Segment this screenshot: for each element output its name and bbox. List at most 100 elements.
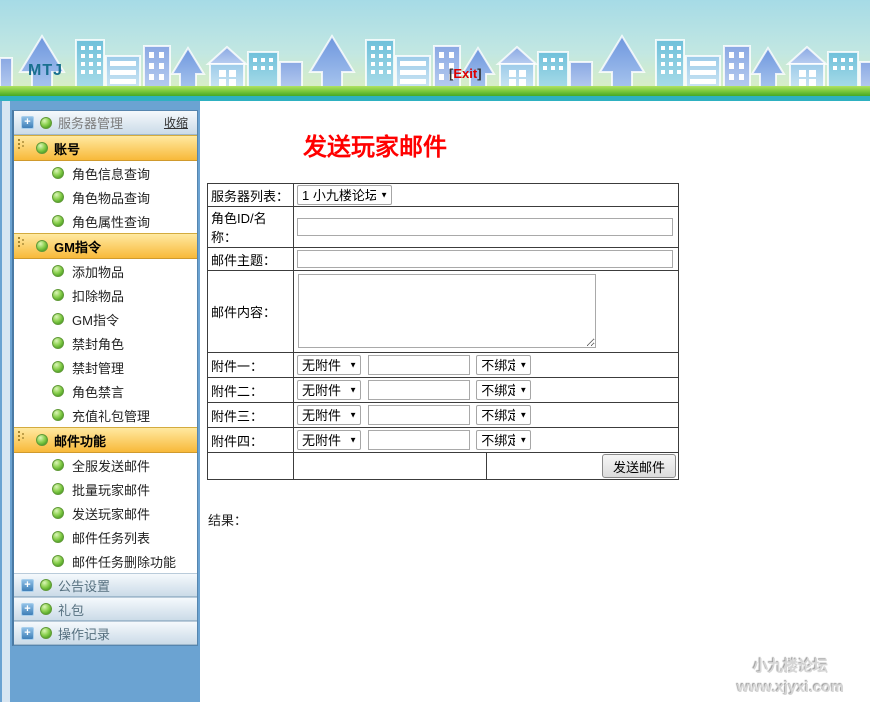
status-orb-icon (52, 507, 64, 519)
sidebar-item-recharge-gift-management[interactable]: 充值礼包管理 (14, 403, 197, 427)
sidebar-item-mail-task-delete[interactable]: 邮件任务删除功能 (14, 549, 197, 573)
sidebar-section-label: 服务器管理 (58, 113, 123, 132)
mail-subject-input[interactable] (297, 250, 673, 268)
exit-link[interactable]: Exit (453, 66, 477, 81)
expand-plus-icon[interactable]: + (21, 627, 34, 640)
page: MTJ [Exit] + 服务器管理 收缩 账号 (0, 0, 870, 702)
sidebar-item-label: 角色物品查询 (72, 188, 150, 207)
send-mail-button[interactable]: 发送邮件 (602, 454, 676, 478)
sidebar-section-label: 公告设置 (58, 576, 110, 595)
attachment-2-label: 附件二： (208, 378, 294, 403)
attachment-3-type-select[interactable]: 无附件 (297, 405, 361, 425)
sidebar-section-mail-function[interactable]: 邮件功能 (14, 427, 197, 453)
sidebar-item-label: 角色属性查询 (72, 212, 150, 231)
sidebar-light-strip (2, 101, 10, 702)
status-orb-icon (40, 603, 52, 615)
main-content: 发送玩家邮件 服务器列表： 1 小九楼论坛 ▼ 角色ID/名称： (200, 101, 870, 702)
attachment-1-bind-select[interactable]: 不绑定 (476, 355, 531, 375)
sidebar-section-announcement-settings[interactable]: + 公告设置 (14, 573, 197, 597)
sidebar-item-batch-player-mail[interactable]: 批量玩家邮件 (14, 477, 197, 501)
sidebar-item-label: 角色禁言 (72, 382, 124, 401)
sidebar-item-gm-command[interactable]: GM指令 (14, 307, 197, 331)
attachment-2-type-select[interactable]: 无附件 (297, 380, 361, 400)
expand-plus-icon[interactable]: + (21, 579, 34, 592)
exit-bracket-close: ] (477, 66, 481, 81)
grip-icon (18, 139, 20, 141)
sidebar-item-send-player-mail[interactable]: 发送玩家邮件 (14, 501, 197, 525)
attachment-4-input[interactable] (368, 430, 470, 450)
sidebar-item-send-all-server-mail[interactable]: 全服发送邮件 (14, 453, 197, 477)
expand-plus-icon[interactable]: + (21, 603, 34, 616)
sidebar-section-server-management[interactable]: + 服务器管理 收缩 (14, 111, 197, 135)
status-orb-icon (52, 167, 64, 179)
send-mail-form: 服务器列表： 1 小九楼论坛 ▼ 角色ID/名称： (207, 183, 679, 480)
sidebar-section-account[interactable]: 账号 (14, 135, 197, 161)
status-orb-icon (52, 289, 64, 301)
sidebar-item-label: 充值礼包管理 (72, 406, 150, 425)
status-orb-icon (52, 215, 64, 227)
sidebar-item-role-item-query[interactable]: 角色物品查询 (14, 185, 197, 209)
sidebar-item-role-attr-query[interactable]: 角色属性查询 (14, 209, 197, 233)
status-orb-icon (52, 409, 64, 421)
role-id-label: 角色ID/名称： (208, 207, 294, 248)
status-orb-icon (40, 579, 52, 591)
mail-content-textarea[interactable] (298, 274, 596, 348)
attachment-2-input[interactable] (368, 380, 470, 400)
sidebar-item-label: GM指令 (72, 310, 119, 329)
empty-cell (294, 453, 487, 480)
watermark-line1: 小九楼论坛 (737, 656, 844, 677)
status-orb-icon (40, 627, 52, 639)
attachment-2-bind-select[interactable]: 不绑定 (476, 380, 531, 400)
attachment-1-input[interactable] (368, 355, 470, 375)
sidebar-item-add-item[interactable]: 添加物品 (14, 259, 197, 283)
sidebar-item-label: 发送玩家邮件 (72, 504, 150, 523)
exit-link-wrap: [Exit] (449, 66, 482, 81)
status-orb-icon (52, 337, 64, 349)
attachment-4-type-select[interactable]: 无附件 (297, 430, 361, 450)
content-area: + 服务器管理 收缩 账号 角色信息查询 角色物品查询 (0, 101, 870, 702)
mail-subject-label: 邮件主题： (208, 248, 294, 271)
status-orb-icon (52, 385, 64, 397)
empty-cell (208, 453, 294, 480)
status-orb-icon (52, 313, 64, 325)
logo: MTJ (28, 62, 63, 80)
sidebar-section-operation-log[interactable]: + 操作记录 (14, 621, 197, 645)
sidebar-section-label: 操作记录 (58, 624, 110, 643)
sidebar-item-label: 角色信息查询 (72, 164, 150, 183)
sidebar-section-gm-command[interactable]: GM指令 (14, 233, 197, 259)
server-select[interactable]: 1 小九楼论坛 (297, 185, 392, 205)
status-orb-icon (36, 240, 48, 252)
watermark: 小九楼论坛 www.xjyxi.com (737, 656, 844, 698)
collapse-link[interactable]: 收缩 (164, 114, 188, 131)
status-orb-icon (52, 555, 64, 567)
expand-plus-icon[interactable]: + (21, 116, 34, 129)
city-skyline-illustration (0, 0, 870, 101)
sidebar-item-ban-management[interactable]: 禁封管理 (14, 355, 197, 379)
sidebar-section-label: GM指令 (54, 237, 101, 256)
sidebar-item-label: 全服发送邮件 (72, 456, 150, 475)
sidebar-item-deduct-item[interactable]: 扣除物品 (14, 283, 197, 307)
status-orb-icon (52, 191, 64, 203)
status-orb-icon (36, 434, 48, 446)
status-orb-icon (52, 531, 64, 543)
sidebar-item-role-info-query[interactable]: 角色信息查询 (14, 161, 197, 185)
attachment-3-bind-select[interactable]: 不绑定 (476, 405, 531, 425)
attachment-3-input[interactable] (368, 405, 470, 425)
role-id-input[interactable] (297, 218, 673, 236)
sidebar-section-label: 礼包 (58, 600, 84, 619)
status-orb-icon (52, 265, 64, 277)
server-list-label: 服务器列表： (208, 184, 294, 207)
result-label: 结果： (208, 510, 870, 529)
sidebar-item-label: 邮件任务列表 (72, 528, 150, 547)
page-title: 发送玩家邮件 (303, 127, 870, 162)
status-orb-icon (36, 142, 48, 154)
status-orb-icon (52, 459, 64, 471)
attachment-1-label: 附件一： (208, 353, 294, 378)
sidebar-item-role-mute[interactable]: 角色禁言 (14, 379, 197, 403)
attachment-1-type-select[interactable]: 无附件 (297, 355, 361, 375)
mail-content-label: 邮件内容： (208, 271, 294, 353)
sidebar-section-gift-pack[interactable]: + 礼包 (14, 597, 197, 621)
sidebar-item-mail-task-list[interactable]: 邮件任务列表 (14, 525, 197, 549)
attachment-4-bind-select[interactable]: 不绑定 (476, 430, 531, 450)
sidebar-item-ban-role[interactable]: 禁封角色 (14, 331, 197, 355)
